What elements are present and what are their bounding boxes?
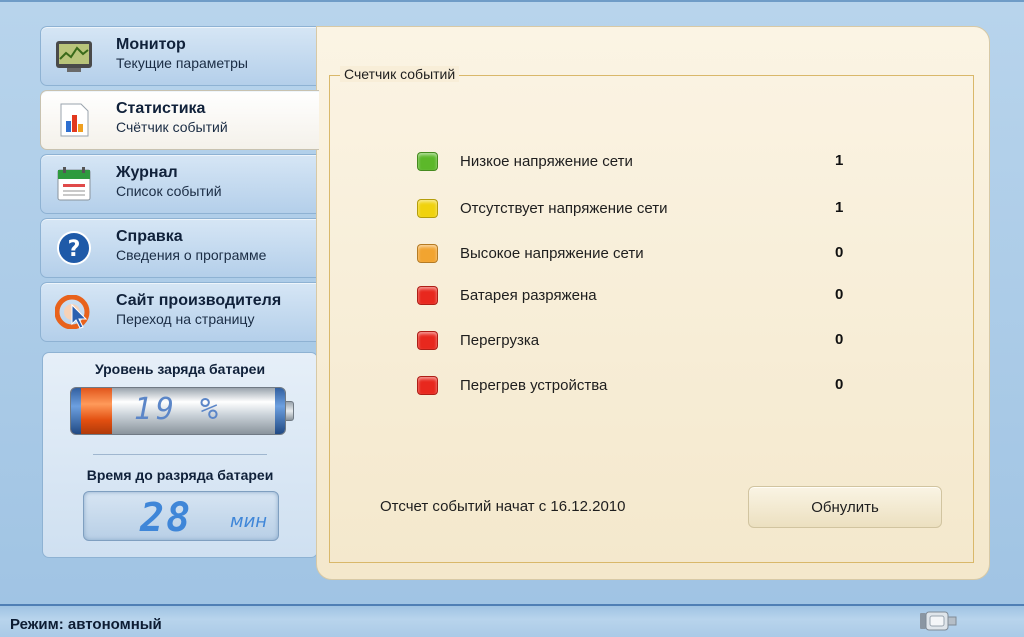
status-led-icon bbox=[417, 376, 438, 395]
help-icon: ? bbox=[57, 231, 91, 265]
nav-subtitle: Переход на страницу bbox=[116, 311, 255, 327]
mode-status: Режим: автономный bbox=[10, 616, 162, 633]
event-row: Отсутствует напряжение сети 1 bbox=[330, 197, 973, 221]
battery-gauge: 19 % bbox=[70, 387, 286, 435]
battery-charge-title: Уровень заряда батареи bbox=[94, 361, 266, 377]
calendar-icon bbox=[57, 167, 91, 201]
event-counter-group: Счетчик событий Низкое напряжение сети 1… bbox=[329, 66, 974, 563]
event-count: 1 bbox=[835, 199, 844, 216]
count-start-date: Отсчет событий начат с 16.12.2010 bbox=[380, 498, 626, 515]
battery-time-title: Время до разряда батареи bbox=[86, 467, 274, 483]
status-led-icon bbox=[417, 286, 438, 305]
status-led-icon bbox=[417, 199, 438, 218]
event-count: 1 bbox=[835, 152, 844, 169]
divider bbox=[93, 454, 267, 455]
nav-title: Сайт производителя bbox=[116, 292, 282, 309]
web-cursor-icon bbox=[55, 295, 90, 329]
nav-item-help[interactable]: ? Справка Сведения о программе bbox=[40, 218, 318, 278]
statistics-panel: Счетчик событий Низкое напряжение сети 1… bbox=[316, 26, 990, 580]
nav-item-monitor[interactable]: Монитор Текущие параметры bbox=[40, 26, 318, 86]
reset-button[interactable]: Обнулить bbox=[748, 486, 942, 528]
nav-subtitle: Сведения о программе bbox=[116, 247, 267, 263]
status-bar: Режим: автономный bbox=[0, 604, 1024, 637]
app-window: Монитор Текущие параметры Статистика Счё… bbox=[0, 0, 1024, 637]
svg-text:?: ? bbox=[68, 237, 81, 262]
status-led-icon bbox=[417, 152, 438, 171]
nav-title: Монитор bbox=[116, 36, 186, 53]
event-row: Перегрузка 0 bbox=[330, 329, 973, 353]
nav-item-journal[interactable]: Журнал Список событий bbox=[40, 154, 318, 214]
event-row: Перегрев устройства 0 bbox=[330, 374, 973, 398]
battery-time-value: 28 bbox=[140, 495, 193, 541]
status-led-icon bbox=[417, 244, 438, 263]
battery-time-unit: мин bbox=[230, 511, 268, 532]
event-row: Низкое напряжение сети 1 bbox=[330, 150, 973, 174]
rs-port-icon bbox=[920, 611, 957, 631]
event-count: 0 bbox=[835, 331, 844, 348]
nav-subtitle: Текущие параметры bbox=[116, 55, 248, 71]
event-label: Перегрев устройства bbox=[460, 377, 608, 394]
nav-title: Справка bbox=[116, 228, 183, 245]
group-label: Счетчик событий bbox=[340, 66, 460, 82]
chart-icon bbox=[60, 103, 89, 137]
status-led-icon bbox=[417, 331, 438, 350]
battery-charge-value: 19 % bbox=[133, 392, 223, 427]
event-label: Батарея разряжена bbox=[460, 287, 597, 304]
event-label: Низкое напряжение сети bbox=[460, 153, 633, 170]
event-label: Отсутствует напряжение сети bbox=[460, 200, 668, 217]
nav-item-statistics[interactable]: Статистика Счётчик событий bbox=[40, 90, 319, 150]
event-label: Высокое напряжение сети bbox=[460, 245, 644, 262]
event-row: Высокое напряжение сети 0 bbox=[330, 242, 973, 266]
event-label: Перегрузка bbox=[460, 332, 540, 349]
nav-title: Статистика bbox=[116, 100, 206, 117]
event-count: 0 bbox=[835, 244, 844, 261]
battery-time-display: 28 мин bbox=[83, 491, 279, 541]
nav-subtitle: Список событий bbox=[116, 183, 222, 199]
nav-subtitle: Счётчик событий bbox=[116, 119, 228, 135]
nav-title: Журнал bbox=[116, 164, 178, 181]
event-count: 0 bbox=[835, 376, 844, 393]
event-row: Батарея разряжена 0 bbox=[330, 284, 973, 308]
sidebar-nav: Монитор Текущие параметры Статистика Счё… bbox=[40, 26, 319, 346]
nav-item-website[interactable]: Сайт производителя Переход на страницу bbox=[40, 282, 318, 342]
event-count: 0 bbox=[835, 286, 844, 303]
battery-terminal bbox=[286, 401, 294, 421]
monitor-icon bbox=[56, 41, 92, 72]
battery-panel: Уровень заряда батареи 19 % Время до раз… bbox=[42, 352, 318, 558]
